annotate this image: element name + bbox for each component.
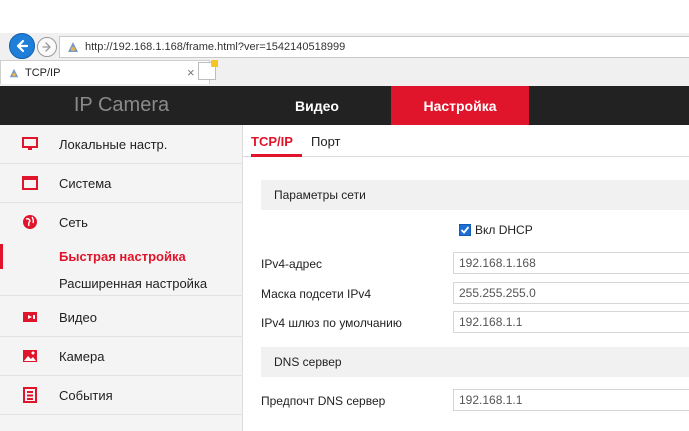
gateway-label: IPv4 шлюз по умолчанию (261, 316, 402, 330)
address-url: http://192.168.1.168/frame.html?ver=1542… (85, 41, 346, 53)
sidebar-subitem-label: Быстрая настройка (59, 249, 186, 264)
sidebar-item-local-settings[interactable]: Локальные настр. (0, 125, 243, 164)
subnet-mask-field[interactable]: 255.255.255.0 (453, 282, 689, 304)
sidebar-item-network[interactable]: Сеть (0, 203, 243, 242)
sidebar-subitem-label: Расширенная настройка (59, 275, 208, 291)
brand-title: IP Camera (73, 94, 170, 116)
preferred-dns-label: Предпочт DNS сервер (261, 394, 386, 408)
ipv4-address-field[interactable]: 192.168.1.168 (453, 252, 689, 274)
sidebar-item-label: Камера (59, 348, 105, 364)
globe-icon (22, 214, 38, 230)
nav-video[interactable]: Видео (243, 86, 391, 125)
gateway-field[interactable]: 192.168.1.1 (453, 311, 689, 333)
check-icon (460, 226, 470, 234)
app-header: IP Camera Видео Настройка (0, 86, 689, 125)
browser-tab[interactable]: TCP/IP × (0, 60, 210, 84)
tab-title: TCP/IP (25, 66, 61, 79)
content-tabs: TCP/IP Порт (243, 125, 689, 157)
address-bar[interactable]: http://192.168.1.168/frame.html?ver=1542… (59, 36, 689, 58)
system-icon (22, 175, 38, 191)
active-tab-indicator (251, 154, 302, 157)
sidebar-item-label: Видео (59, 309, 97, 325)
monitor-icon (22, 136, 38, 152)
sidebar-item-system[interactable]: Система (0, 164, 243, 203)
sidebar-item-video[interactable]: Видео (0, 298, 243, 337)
page-icon (68, 42, 78, 52)
tab-tcpip[interactable]: TCP/IP (251, 134, 293, 149)
arrow-left-icon (16, 39, 29, 53)
browser-top-area (0, 0, 689, 33)
back-button[interactable] (9, 33, 35, 59)
sidebar: Локальные настр. Система Сеть Быстрая на… (0, 125, 243, 431)
sidebar-item-camera[interactable]: Камера (0, 337, 243, 376)
forward-button[interactable] (37, 37, 57, 57)
image-icon (22, 348, 38, 364)
sidebar-subitem-advanced-setup[interactable]: Расширенная настройка (0, 271, 243, 296)
events-icon (22, 387, 38, 403)
new-tab-button[interactable] (198, 60, 218, 80)
tab-port[interactable]: Порт (311, 134, 340, 149)
dns-server-header: DNS сервер (261, 347, 689, 377)
sidebar-item-label: Система (59, 175, 112, 191)
sidebar-subitem-quick-setup[interactable]: Быстрая настройка (0, 244, 243, 269)
subnet-mask-label: Маска подсети IPv4 (261, 287, 372, 301)
dhcp-checkbox[interactable] (459, 224, 471, 236)
browser-chrome: http://192.168.1.168/frame.html?ver=1542… (0, 0, 689, 86)
video-icon (22, 309, 38, 325)
sidebar-item-events[interactable]: События (0, 376, 243, 415)
dhcp-toggle[interactable]: Вкл DHCP (459, 223, 533, 237)
page-icon (9, 68, 19, 77)
sidebar-item-label: События (59, 387, 113, 403)
ipv4-address-label: IPv4-адрес (261, 257, 323, 271)
arrow-right-icon (42, 42, 51, 52)
nav-settings[interactable]: Настройка (391, 86, 529, 125)
main-content: TCP/IP Порт Параметры сети Вкл DHCP IPv4… (243, 125, 689, 431)
sidebar-item-label: Локальные настр. (59, 136, 168, 152)
close-icon[interactable]: × (187, 65, 195, 80)
preferred-dns-field[interactable]: 192.168.1.1 (453, 389, 689, 411)
sidebar-item-label: Сеть (59, 215, 88, 230)
network-params-header: Параметры сети (261, 180, 689, 210)
dhcp-label: Вкл DHCP (475, 223, 533, 237)
